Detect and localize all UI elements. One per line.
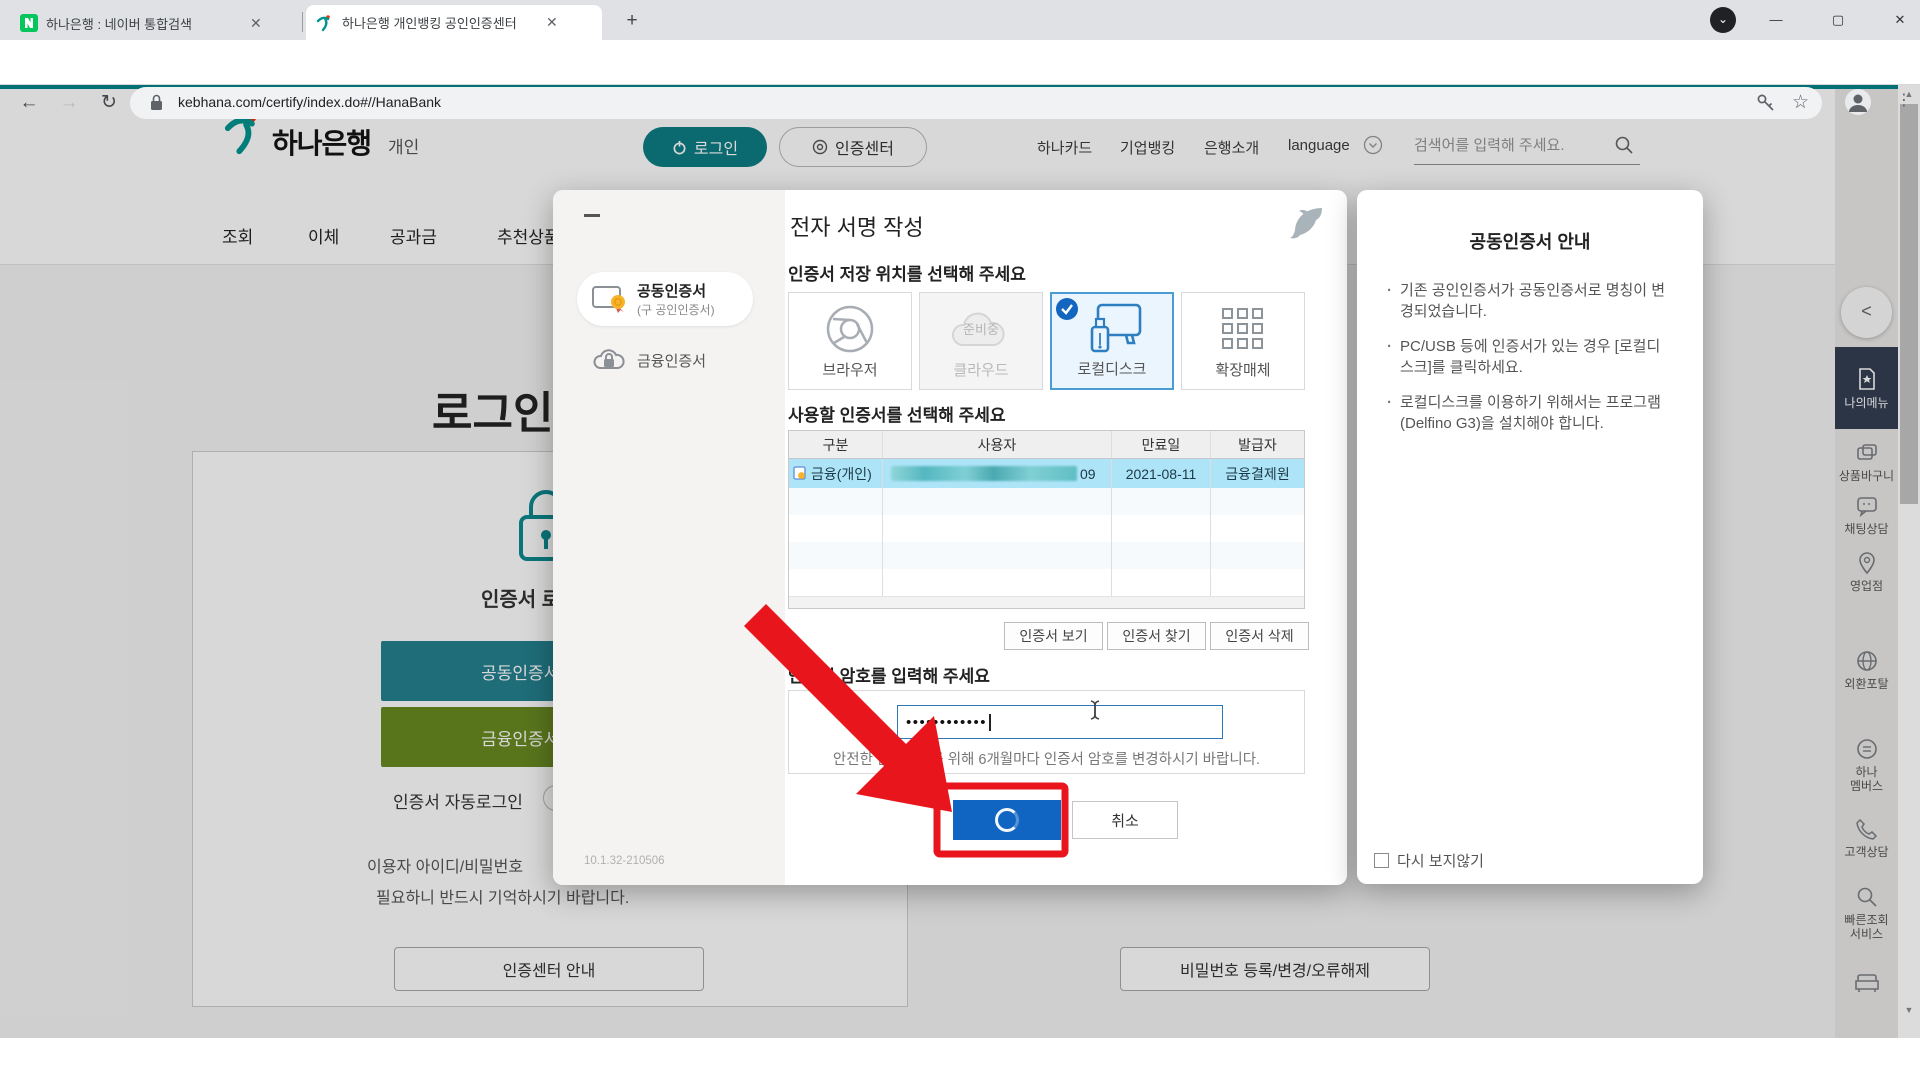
window-maximize[interactable]: ▢ bbox=[1824, 8, 1852, 32]
col-type: 구분 bbox=[789, 431, 883, 458]
password-input[interactable]: •••••••••••• bbox=[897, 705, 1223, 739]
cloud-badge: 준비중 bbox=[920, 319, 1042, 338]
storage-option-local-disk[interactable]: 로컬디스크 bbox=[1050, 292, 1174, 390]
view-cert-button[interactable]: 인증서 보기 bbox=[1004, 622, 1103, 650]
browser-toolbar: ← → ↻ kebhana.com/certify/index.do#//Han… bbox=[0, 40, 1920, 85]
confirm-button[interactable] bbox=[953, 800, 1061, 840]
empty-row[interactable] bbox=[789, 488, 1304, 515]
storage-heading: 인증서 저장 위치를 선택해 주세요 bbox=[788, 260, 1026, 285]
info-bullet: 로컬디스크를 이용하기 위해서는 프로그램 (Delfino G3)을 설치해야… bbox=[1387, 392, 1673, 434]
col-expiry: 만료일 bbox=[1112, 431, 1211, 458]
delfino-dolphin-icon bbox=[1288, 204, 1328, 242]
tab-title: 하나은행 : 네이버 통합검색 bbox=[46, 14, 242, 33]
storage-option-cloud[interactable]: 준비중 클라우드 bbox=[919, 292, 1043, 390]
info-panel-title: 공동인증서 안내 bbox=[1357, 228, 1703, 254]
signature-dialog: 공동인증서 (구 공인인증서) 금융인증서 전자 서명 작성 인증서 저장 위치… bbox=[553, 190, 1347, 885]
plugin-version: 10.1.32-210506 bbox=[584, 855, 665, 867]
selected-check-icon bbox=[1056, 298, 1078, 320]
back-button[interactable]: ← bbox=[16, 90, 42, 116]
tab-hana-cert-center[interactable]: 하나은행 개인뱅킹 공인인증센터 ✕ bbox=[306, 5, 602, 40]
col-user: 사용자 bbox=[883, 431, 1112, 458]
storage-option-label: 브라우저 bbox=[789, 359, 911, 380]
password-key-icon[interactable] bbox=[1756, 93, 1776, 113]
password-note: 안전한 금융거래를 위해 6개월마다 인증서 암호를 변경하시기 바랍니다. bbox=[788, 748, 1305, 769]
profile-avatar-icon[interactable] bbox=[1843, 87, 1873, 117]
certificate-table: 구분 사용자 만료일 발급자 금융(개인) 09 2021-08-11 bbox=[788, 430, 1305, 609]
tab-close-icon[interactable]: ✕ bbox=[546, 14, 558, 31]
sidebar-item-finance-cert[interactable]: 금융인증서 bbox=[577, 338, 753, 382]
cancel-button[interactable]: 취소 bbox=[1072, 801, 1178, 839]
dialog-title: 전자 서명 작성 bbox=[790, 210, 924, 242]
dont-show-again-checkbox[interactable] bbox=[1374, 853, 1389, 868]
cert-issuer: 금융결제원 bbox=[1211, 459, 1304, 488]
scroll-down-arrow[interactable]: ▼ bbox=[1898, 1005, 1920, 1015]
storage-option-expansion-media[interactable]: 확장매체 bbox=[1181, 292, 1305, 390]
window-minimize[interactable]: — bbox=[1762, 8, 1790, 32]
delete-cert-button[interactable]: 인증서 삭제 bbox=[1210, 622, 1309, 650]
tab-title: 하나은행 개인뱅킹 공인인증센터 bbox=[342, 13, 538, 32]
browser-media-button[interactable]: ⌄ bbox=[1710, 7, 1736, 33]
window-close[interactable]: ✕ bbox=[1886, 8, 1914, 32]
reload-button[interactable]: ↻ bbox=[96, 90, 122, 116]
storage-option-browser[interactable]: 브라우저 bbox=[788, 292, 912, 390]
naver-icon bbox=[20, 14, 38, 32]
col-issuer: 발급자 bbox=[1211, 431, 1304, 458]
cert-expiry: 2021-08-11 bbox=[1112, 459, 1211, 488]
cert-user-suffix: 09 bbox=[1080, 466, 1096, 482]
joint-cert-sublabel: (구 공인인증서) bbox=[637, 301, 715, 318]
password-heading: 인증서 암호를 입력해 주세요 bbox=[788, 662, 990, 687]
cloud-lock-icon bbox=[591, 346, 627, 374]
finance-cert-label: 금융인증서 bbox=[637, 350, 706, 371]
tab-close-icon[interactable]: ✕ bbox=[250, 15, 262, 32]
joint-cert-info-panel: 공동인증서 안내 기존 공인인증서가 공동인증서로 명칭이 변경되었습니다. P… bbox=[1357, 190, 1703, 884]
tab-strip: 하나은행 : 네이버 통합검색 ✕ 하나은행 개인뱅킹 공인인증센터 ✕ + ⌄… bbox=[0, 0, 1920, 40]
certificate-heading: 사용할 인증서를 선택해 주세요 bbox=[788, 401, 1006, 426]
info-bullet: PC/USB 등에 인증서가 있는 경우 [로컬디스크]를 클릭하세요. bbox=[1387, 336, 1673, 378]
loading-spinner-icon bbox=[995, 808, 1019, 832]
certificate-row-selected[interactable]: 금융(개인) 09 2021-08-11 금융결제원 bbox=[789, 459, 1304, 488]
joint-cert-label: 공동인증서 bbox=[637, 280, 715, 301]
password-value: •••••••••••• bbox=[906, 714, 987, 731]
storage-option-label: 클라우드 bbox=[920, 359, 1042, 380]
new-tab-button[interactable]: + bbox=[620, 9, 644, 33]
browser-icon bbox=[824, 303, 876, 355]
https-lock-icon[interactable] bbox=[150, 94, 163, 111]
cert-type: 금융(개인) bbox=[811, 464, 872, 484]
sidebar-item-joint-cert[interactable]: 공동인증서 (구 공인인증서) bbox=[577, 272, 753, 326]
table-scroll-strip[interactable] bbox=[789, 596, 1304, 608]
dialog-minimize-button[interactable] bbox=[584, 214, 600, 217]
tab-naver-search[interactable]: 하나은행 : 네이버 통합검색 ✕ bbox=[10, 6, 298, 40]
ibeam-cursor bbox=[1089, 699, 1101, 721]
grid-icon bbox=[1220, 306, 1266, 352]
certificate-card-icon bbox=[591, 283, 627, 315]
empty-row[interactable] bbox=[789, 569, 1304, 596]
text-caret bbox=[989, 714, 991, 731]
dialog-sidebar: 공동인증서 (구 공인인증서) 금융인증서 bbox=[553, 190, 785, 885]
scrollbar-thumb[interactable] bbox=[1900, 104, 1918, 504]
dont-show-again-label: 다시 보지않기 bbox=[1397, 850, 1484, 871]
browser-menu-icon[interactable]: ⋮ bbox=[1896, 90, 1912, 110]
bookmark-star-icon[interactable]: ☆ bbox=[1792, 91, 1809, 114]
page-scrollbar[interactable]: ▲ ▼ bbox=[1898, 85, 1920, 1038]
tab-divider bbox=[302, 12, 303, 32]
local-disk-icon bbox=[1080, 303, 1144, 357]
empty-row[interactable] bbox=[789, 542, 1304, 569]
storage-option-label: 확장매체 bbox=[1182, 359, 1304, 380]
forward-button[interactable]: → bbox=[56, 90, 82, 116]
cert-user-redacted bbox=[891, 466, 1077, 481]
find-cert-button[interactable]: 인증서 찾기 bbox=[1107, 622, 1206, 650]
screen: 하나은행 개인 로그인 인증센터 하나카드 기업뱅킹 은행소개 language bbox=[0, 0, 1920, 1080]
info-bullet: 기존 공인인증서가 공동인증서로 명칭이 변경되었습니다. bbox=[1387, 280, 1673, 322]
url-text[interactable]: kebhana.com/certify/index.do#//HanaBank bbox=[178, 94, 441, 110]
table-header-row: 구분 사용자 만료일 발급자 bbox=[789, 431, 1304, 459]
dont-show-again[interactable]: 다시 보지않기 bbox=[1374, 850, 1484, 871]
storage-option-label: 로컬디스크 bbox=[1052, 358, 1172, 379]
hana-favicon bbox=[316, 14, 334, 32]
certificate-file-icon bbox=[793, 466, 807, 481]
empty-row[interactable] bbox=[789, 515, 1304, 542]
